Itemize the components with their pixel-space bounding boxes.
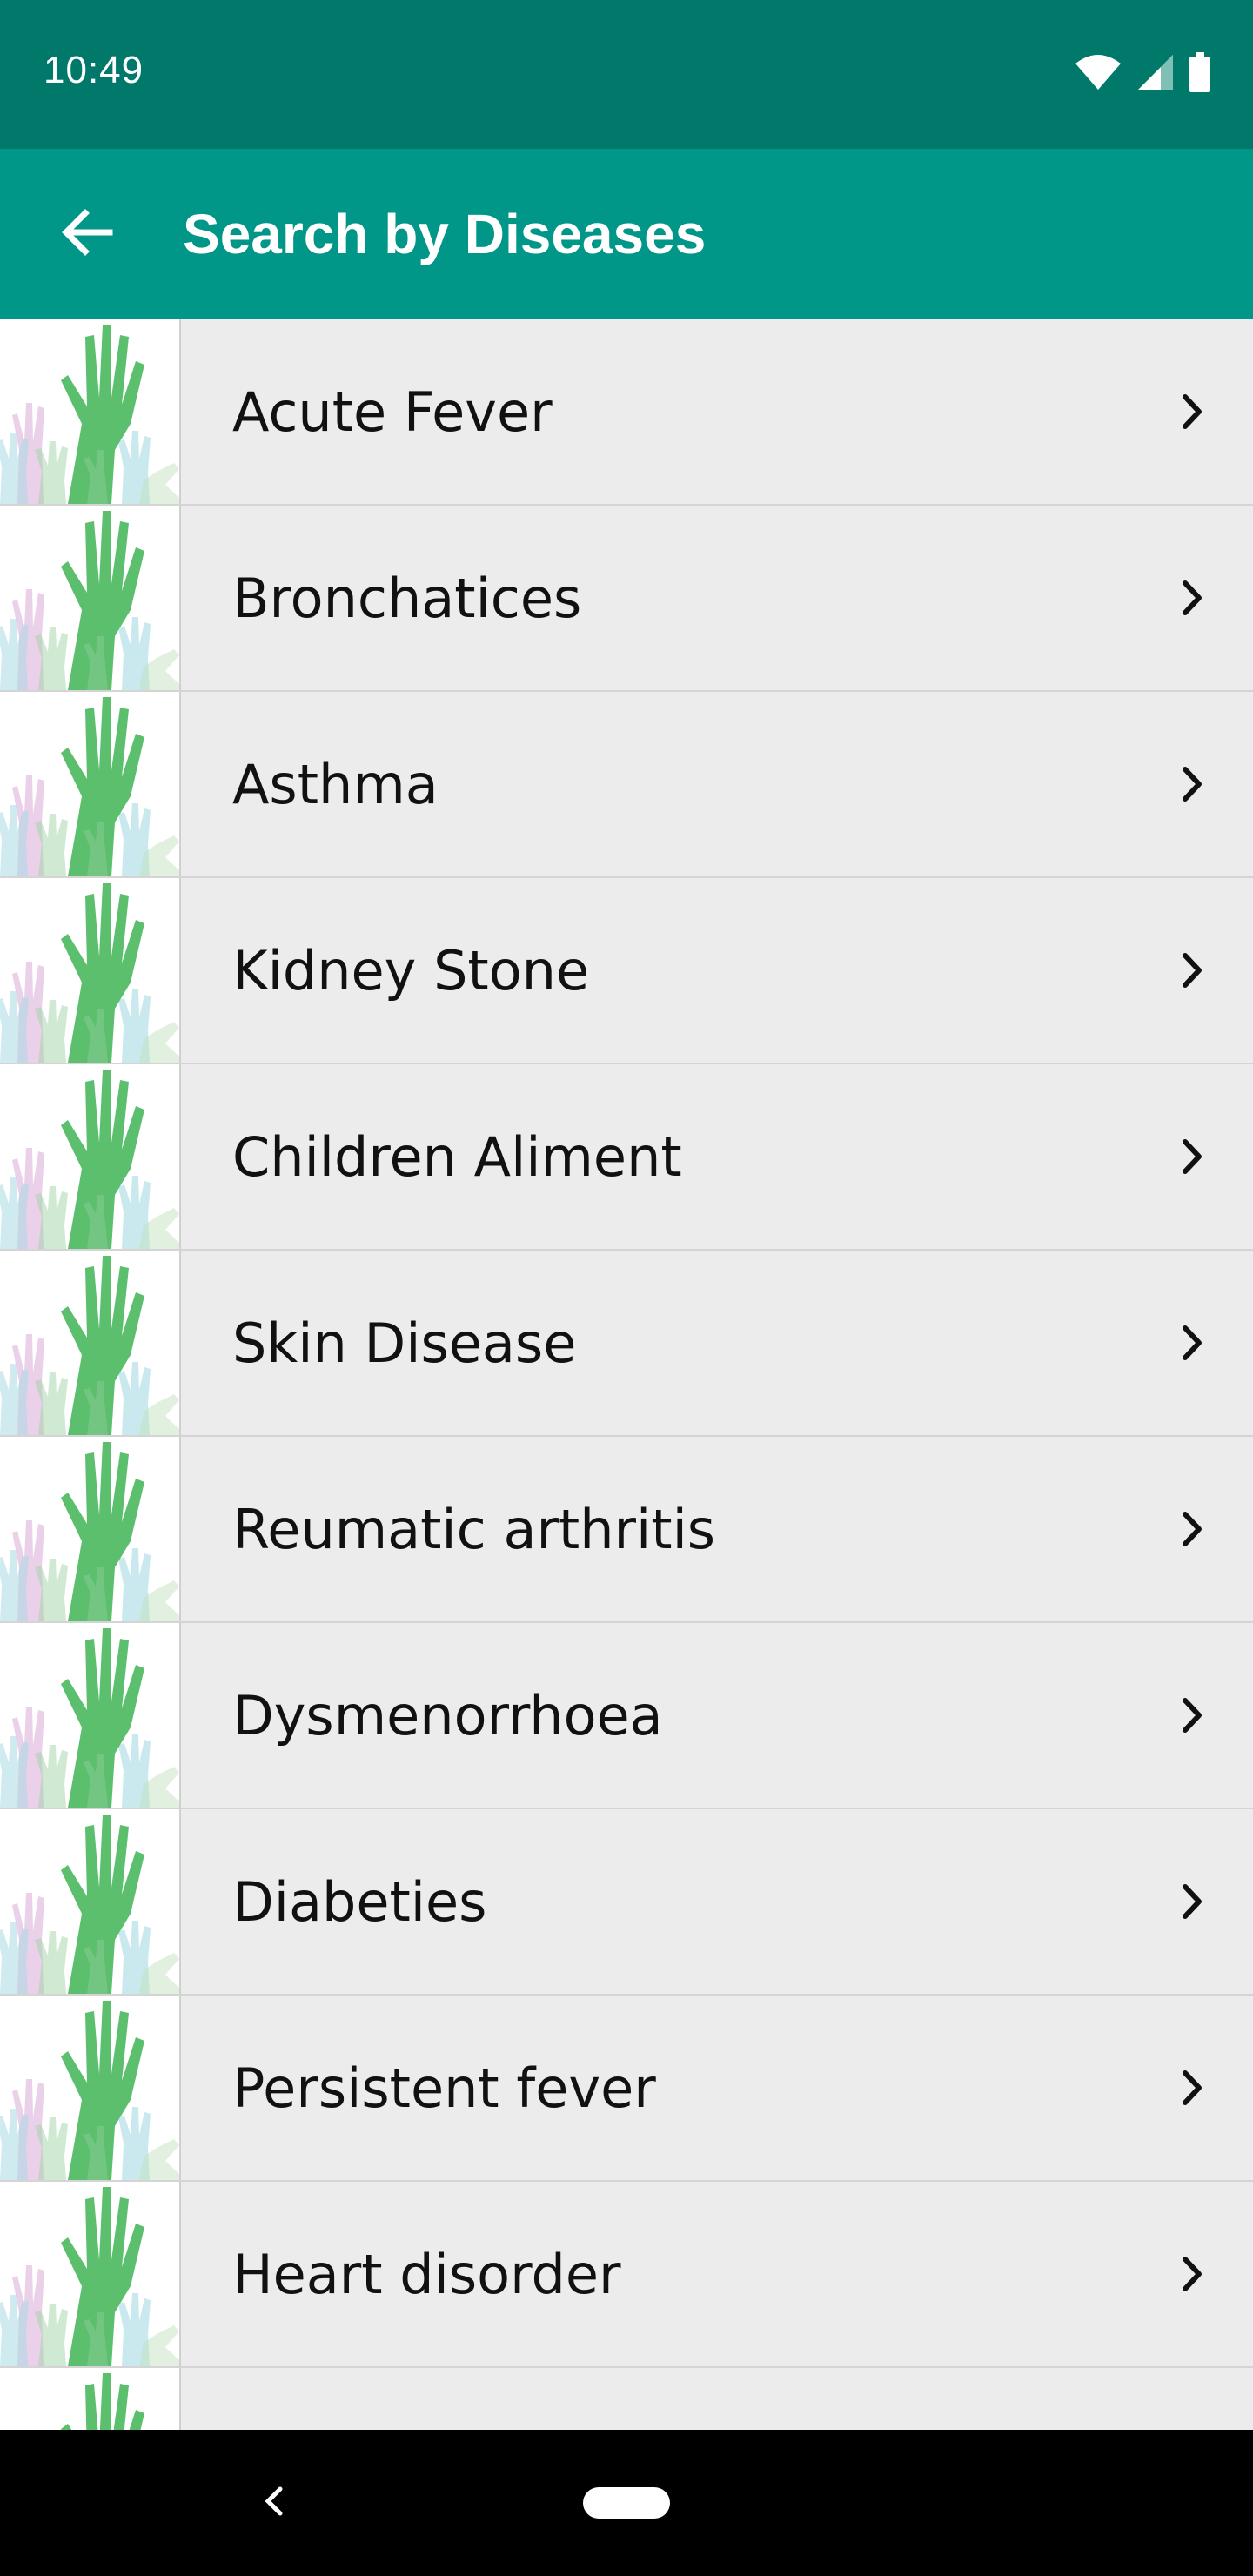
list-item[interactable]: Reumatic arthritis: [0, 1437, 1253, 1621]
disease-list: Acute Fever Bronchatices Asthma Kidney Ston…: [0, 319, 1253, 2430]
status-time: 10:49: [44, 49, 144, 91]
disease-label: Diabeties: [232, 1869, 487, 1934]
list-item[interactable]: Asthma: [0, 692, 1253, 876]
list-item[interactable]: Kidney Stone: [0, 878, 1253, 1063]
disease-label: Dysmenorrhoea: [232, 1683, 663, 1748]
navigation-bar: [0, 2430, 1253, 2576]
disease-label: Reumatic arthritis: [232, 1497, 716, 1561]
hands-thumbnail-image: [0, 1251, 181, 1435]
hands-thumbnail-image: [0, 2368, 181, 2430]
list-item[interactable]: Skin Disease: [0, 1251, 1253, 1435]
list-item[interactable]: Heart disorder: [0, 2182, 1253, 2366]
nav-back-icon: [261, 2484, 287, 2523]
hands-thumbnail-image: [0, 1809, 181, 1994]
disease-label: Skin Disease: [232, 1311, 577, 1375]
list-item[interactable]: Bronchatices: [0, 506, 1253, 690]
list-item[interactable]: Dysmenorrhoea: [0, 1623, 1253, 1808]
chevron-right-icon: [1166, 1130, 1218, 1183]
app-bar: Search by Diseases: [0, 149, 1253, 319]
disease-label: Asthma: [232, 752, 439, 816]
chevron-right-icon: [1166, 1875, 1218, 1928]
hands-thumbnail-image: [0, 1437, 181, 1621]
chevron-right-icon: [1166, 2248, 1218, 2300]
nav-back-button[interactable]: [248, 2477, 300, 2529]
list-item[interactable]: Persistent fever: [0, 1996, 1253, 2180]
back-button[interactable]: [44, 191, 131, 278]
wifi-icon: [1074, 53, 1122, 96]
disease-label: Bronchatices: [232, 566, 582, 630]
signal-icon: [1136, 53, 1175, 96]
disease-label: Heart disorder: [232, 2242, 621, 2306]
hands-thumbnail-image: [0, 2182, 181, 2366]
list-item[interactable]: Diabeties: [0, 1809, 1253, 1994]
chevron-right-icon: [1166, 944, 1218, 996]
hands-thumbnail-image: [0, 1064, 181, 1249]
chevron-right-icon: [1166, 758, 1218, 810]
list-item[interactable]: Children Aliment: [0, 1064, 1253, 1249]
home-pill-icon[interactable]: [583, 2487, 670, 2519]
chevron-right-icon: [1166, 1503, 1218, 1555]
hands-thumbnail-image: [0, 1623, 181, 1808]
disease-label: Acute Fever: [232, 379, 553, 444]
list-item[interactable]: Acute Fever: [0, 319, 1253, 504]
chevron-right-icon: [1166, 2062, 1218, 2114]
disease-label: Children Aliment: [232, 1124, 682, 1189]
chevron-right-icon: [1166, 386, 1218, 438]
list-item[interactable]: [0, 2368, 1253, 2430]
status-icons: [1074, 51, 1211, 97]
hands-thumbnail-image: [0, 878, 181, 1063]
disease-label: Kidney Stone: [232, 938, 590, 1003]
chevron-right-icon: [1166, 1689, 1218, 1741]
chevron-right-icon: [1166, 572, 1218, 624]
hands-thumbnail-image: [0, 692, 181, 876]
page-title: Search by Diseases: [183, 203, 707, 265]
hands-thumbnail-image: [0, 1996, 181, 2180]
chevron-right-icon: [1166, 1317, 1218, 1369]
arrow-left-icon: [61, 208, 113, 261]
battery-icon: [1189, 51, 1211, 97]
hands-thumbnail-image: [0, 319, 181, 504]
disease-label: Persistent fever: [232, 2056, 656, 2120]
hands-thumbnail-image: [0, 506, 181, 690]
status-bar: 10:49: [0, 0, 1253, 149]
